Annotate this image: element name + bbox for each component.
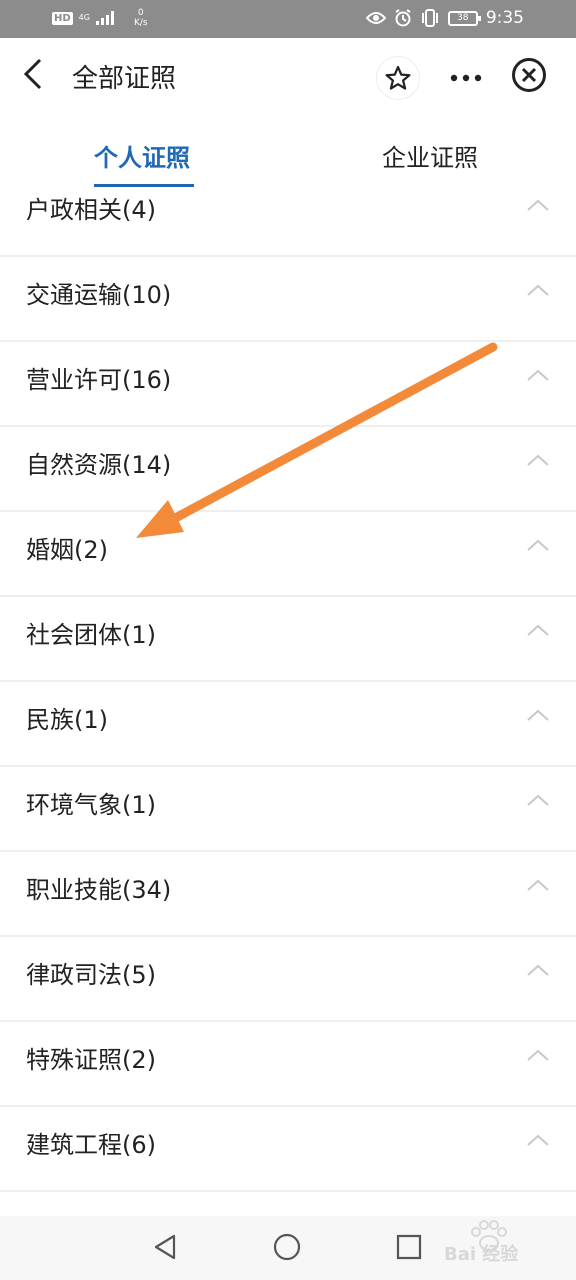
category-row[interactable]: 环境气象(1)	[0, 767, 576, 852]
chevron-up-icon[interactable]	[526, 364, 550, 388]
category-label: 户政相关(4)	[26, 196, 156, 224]
close-button[interactable]	[512, 58, 546, 92]
status-bar: HD 4G 0 K/s 38 9:35	[0, 0, 576, 38]
more-button[interactable]	[446, 56, 486, 104]
category-label: 营业许可(16)	[26, 366, 172, 394]
category-label: 环境气象(1)	[26, 791, 156, 819]
category-row[interactable]: 社会团体(1)	[0, 597, 576, 682]
clock: 9:35	[485, 8, 524, 28]
category-label: 特殊证照(2)	[26, 1046, 156, 1074]
category-label: 建筑工程(6)	[26, 1131, 156, 1159]
category-row[interactable]: 广播电视(4)	[0, 1192, 576, 1216]
net-speed: 0 K/s	[134, 8, 148, 28]
network-type: 4G	[78, 13, 90, 22]
chevron-left-icon	[23, 58, 42, 90]
more-icon	[450, 74, 482, 82]
signal-icon	[95, 11, 114, 25]
hd-badge: HD	[52, 11, 73, 25]
category-label: 社会团体(1)	[26, 621, 156, 649]
chevron-up-icon[interactable]	[526, 279, 550, 303]
category-row[interactable]: 交通运输(10)	[0, 257, 576, 342]
category-label: 民族(1)	[26, 706, 108, 734]
chevron-up-icon[interactable]	[526, 789, 550, 813]
net-speed-value: 0	[137, 8, 144, 18]
category-label: 职业技能(34)	[26, 876, 172, 904]
category-row[interactable]: 民族(1)	[0, 682, 576, 767]
chevron-up-icon[interactable]	[526, 704, 550, 728]
chevron-up-icon[interactable]	[526, 194, 550, 218]
alarm-icon	[395, 9, 411, 27]
tab-enterprise[interactable]: 企业证照	[382, 138, 478, 173]
top-nav: 全部证照	[0, 38, 576, 118]
chevron-up-icon[interactable]	[526, 449, 550, 473]
category-label: 婚姻(2)	[26, 536, 108, 564]
chevron-up-icon[interactable]	[526, 619, 550, 643]
category-label: 自然资源(14)	[26, 451, 172, 479]
category-row[interactable]: 婚姻(2)	[0, 512, 576, 597]
category-label: 交通运输(10)	[26, 281, 172, 309]
category-row[interactable]: 建筑工程(6)	[0, 1107, 576, 1192]
category-row[interactable]: 自然资源(14)	[0, 427, 576, 512]
status-right: 38 9:35	[365, 8, 524, 28]
vibrate-icon	[421, 9, 438, 27]
star-icon	[385, 65, 411, 90]
category-row[interactable]: 户政相关(4)	[0, 172, 576, 257]
category-list: 户政相关(4) 交通运输(10) 营业许可(16) 自然资源(14) 婚姻(2) 社会团体…	[0, 172, 576, 1216]
eye-icon	[365, 12, 386, 24]
nav-recents-icon[interactable]	[394, 1232, 424, 1262]
status-left: HD 4G 0 K/s	[52, 8, 148, 28]
chevron-up-icon[interactable]	[526, 874, 550, 898]
battery-icon: 38	[447, 10, 481, 26]
back-button[interactable]	[20, 56, 60, 100]
category-row[interactable]: 营业许可(16)	[0, 342, 576, 427]
watermark-text: Bai 经验	[444, 1244, 519, 1265]
category-row[interactable]: 律政司法(5)	[0, 937, 576, 1022]
nav-home-icon[interactable]	[272, 1232, 302, 1262]
category-label: 律政司法(5)	[26, 961, 156, 989]
watermark-logo: Bai 经验	[440, 1216, 560, 1268]
net-speed-unit: K/s	[133, 18, 148, 28]
close-circle-icon	[521, 67, 537, 83]
category-row[interactable]: 特殊证照(2)	[0, 1022, 576, 1107]
tab-personal[interactable]: 个人证照	[94, 138, 190, 173]
chevron-up-icon[interactable]	[526, 534, 550, 558]
category-row[interactable]: 职业技能(34)	[0, 852, 576, 937]
chevron-up-icon[interactable]	[526, 959, 550, 983]
nav-back-icon[interactable]	[150, 1232, 180, 1262]
chevron-up-icon[interactable]	[526, 1044, 550, 1068]
favorite-button[interactable]	[376, 56, 420, 100]
page-title: 全部证照	[72, 64, 177, 94]
chevron-up-icon[interactable]	[526, 1129, 550, 1153]
